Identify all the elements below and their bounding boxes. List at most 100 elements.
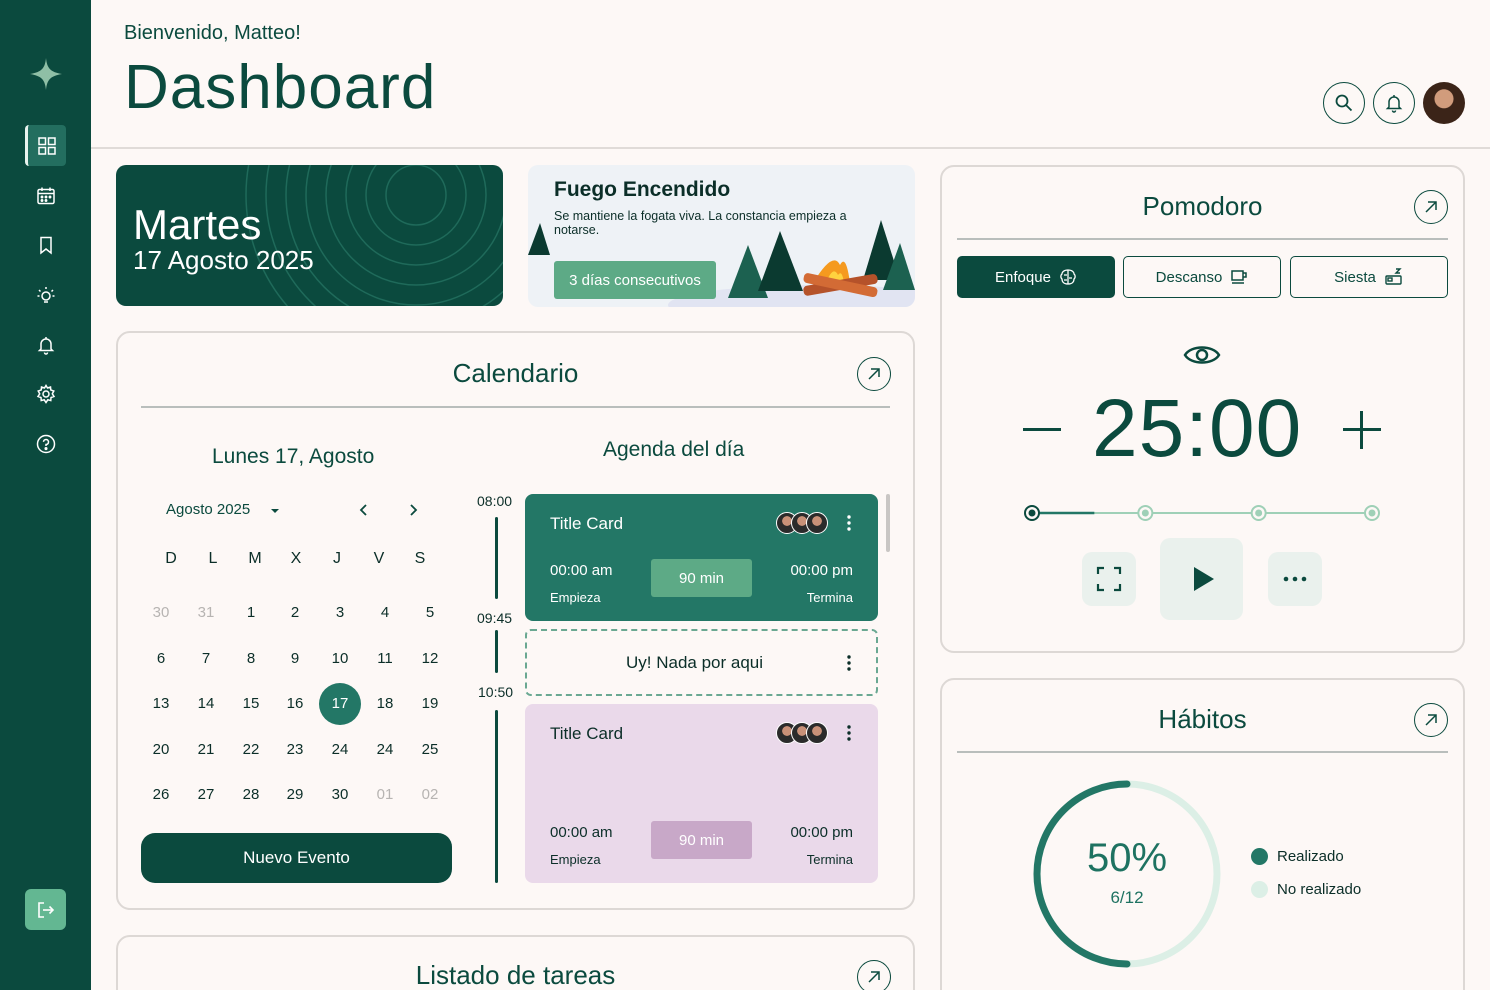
calendar-day[interactable]: 6	[141, 639, 181, 679]
calendar-day[interactable]: 12	[410, 639, 450, 679]
legend-label: Realizado	[1277, 848, 1344, 865]
grid-icon	[38, 136, 56, 155]
nav-notifications[interactable]	[25, 324, 66, 365]
calendar-day[interactable]: 13	[141, 684, 181, 724]
calendar-day[interactable]: 31	[186, 593, 226, 633]
calendar-day[interactable]: 02	[410, 775, 450, 815]
calendar-day[interactable]: 4	[365, 593, 405, 633]
event-start: 00:00 am	[550, 824, 613, 841]
sparkle-icon[interactable]	[28, 56, 64, 92]
calendar-day[interactable]: 23	[275, 730, 315, 770]
nav-ideas[interactable]	[25, 274, 66, 315]
habits-ratio: 6/12	[1110, 888, 1144, 907]
calendar-day[interactable]: 5	[410, 593, 450, 633]
weekday-header: D	[165, 550, 177, 567]
calendar-day[interactable]: 1	[231, 593, 271, 633]
pomodoro-divider	[957, 238, 1448, 240]
mode-break-button[interactable]: Descanso	[1123, 256, 1281, 298]
calendar-day[interactable]: 9	[275, 639, 315, 679]
decrease-time-button[interactable]	[1023, 428, 1061, 431]
streak-subtitle: Se mantiene la fogata viva. La constanci…	[554, 209, 847, 237]
calendar-day[interactable]: 24	[365, 730, 405, 770]
notifications-button[interactable]	[1373, 82, 1415, 124]
calendar-day[interactable]: 22	[231, 730, 271, 770]
event-attendees	[776, 722, 828, 744]
calendar-day-selected[interactable]: 17	[319, 683, 361, 725]
agenda-event[interactable]: Title Card 00:00 am Empieza 90 min 00:00…	[525, 704, 878, 883]
calendar-day[interactable]: 01	[365, 775, 405, 815]
page-title: Dashboard	[124, 53, 437, 122]
calendar-day[interactable]: 8	[231, 639, 271, 679]
more-vertical-icon[interactable]	[847, 655, 851, 671]
calendar-day[interactable]: 10	[320, 639, 360, 679]
new-event-button[interactable]: Nuevo Evento	[141, 833, 452, 883]
weekday-header: S	[414, 550, 426, 567]
calendar-day[interactable]: 15	[231, 684, 271, 724]
calendar-day[interactable]: 27	[186, 775, 226, 815]
calendar-day[interactable]: 14	[186, 684, 226, 724]
search-button[interactable]	[1323, 82, 1365, 124]
calendar-day[interactable]: 2	[275, 593, 315, 633]
calendar-day[interactable]: 26	[141, 775, 181, 815]
nav-help[interactable]	[25, 423, 66, 464]
calendar-day[interactable]: 3	[320, 593, 360, 633]
habits-divider	[957, 751, 1448, 753]
play-button[interactable]	[1160, 538, 1243, 620]
calendar-expand-button[interactable]	[857, 357, 891, 391]
next-month-icon[interactable]	[406, 503, 420, 517]
calendar-day[interactable]: 30	[141, 593, 181, 633]
calendar-day[interactable]: 19	[410, 684, 450, 724]
nav-dashboard[interactable]	[25, 125, 66, 166]
session-progress	[1024, 505, 1380, 521]
empty-slot[interactable]: Uy! Nada por aqui	[525, 629, 878, 696]
month-select[interactable]: Agosto 2025	[166, 501, 250, 518]
prev-month-icon[interactable]	[357, 503, 371, 517]
calendar-day[interactable]: 16	[275, 684, 315, 724]
event-title: Title Card	[550, 514, 624, 533]
logout-button[interactable]	[25, 889, 66, 930]
agenda-scrollbar[interactable]	[886, 494, 890, 552]
calendar-day[interactable]: 11	[365, 639, 405, 679]
tasks-expand-button[interactable]	[857, 960, 891, 990]
event-title: Title Card	[550, 724, 624, 743]
fullscreen-button[interactable]	[1082, 552, 1136, 606]
calendar-day[interactable]: 21	[186, 730, 226, 770]
bed-icon	[1385, 268, 1402, 285]
pomodoro-title: Pomodoro	[1142, 191, 1263, 221]
more-options-button[interactable]	[1268, 552, 1322, 606]
habits-expand-button[interactable]	[1414, 703, 1448, 737]
gear-icon	[36, 383, 55, 404]
nav-bookmarks[interactable]	[25, 224, 66, 265]
more-vertical-icon[interactable]	[847, 725, 851, 741]
habits-percent: 50%	[1086, 836, 1168, 880]
calendar-day[interactable]: 7	[186, 639, 226, 679]
chevron-down-icon[interactable]	[270, 508, 280, 514]
eye-icon[interactable]	[1183, 341, 1221, 369]
mode-nap-button[interactable]: Siesta	[1290, 256, 1448, 298]
expand-icon	[868, 368, 880, 380]
expand-icon	[868, 971, 880, 983]
more-vertical-icon[interactable]	[847, 515, 851, 531]
date-day-name: Martes	[133, 201, 262, 248]
nav-settings[interactable]	[25, 373, 66, 414]
legend-done: Realizado	[1251, 848, 1344, 865]
calendar-day[interactable]: 30	[320, 775, 360, 815]
pomodoro-expand-button[interactable]	[1414, 190, 1448, 224]
calendar-day[interactable]: 29	[275, 775, 315, 815]
calendar-day[interactable]: 28	[231, 775, 271, 815]
nav-calendar[interactable]	[25, 175, 66, 216]
calendar-day[interactable]: 18	[365, 684, 405, 724]
event-end-label: Termina	[806, 590, 853, 605]
mode-focus-button[interactable]: Enfoque	[957, 256, 1115, 298]
selected-date-label: Lunes 17, Agosto	[212, 445, 375, 468]
calendar-day[interactable]: 25	[410, 730, 450, 770]
mode-focus-label: Enfoque	[995, 268, 1051, 286]
event-start-label: Empieza	[550, 852, 601, 867]
calendar-day[interactable]: 20	[141, 730, 181, 770]
agenda-event[interactable]: Title Card 00:00 am Empieza 90 min 00:00…	[525, 494, 878, 621]
calendar-day[interactable]: 24	[320, 730, 360, 770]
avatar[interactable]	[1423, 82, 1465, 124]
event-start: 00:00 am	[550, 562, 613, 579]
weekday-header: L	[208, 550, 218, 567]
mode-nap-label: Siesta	[1334, 268, 1376, 286]
